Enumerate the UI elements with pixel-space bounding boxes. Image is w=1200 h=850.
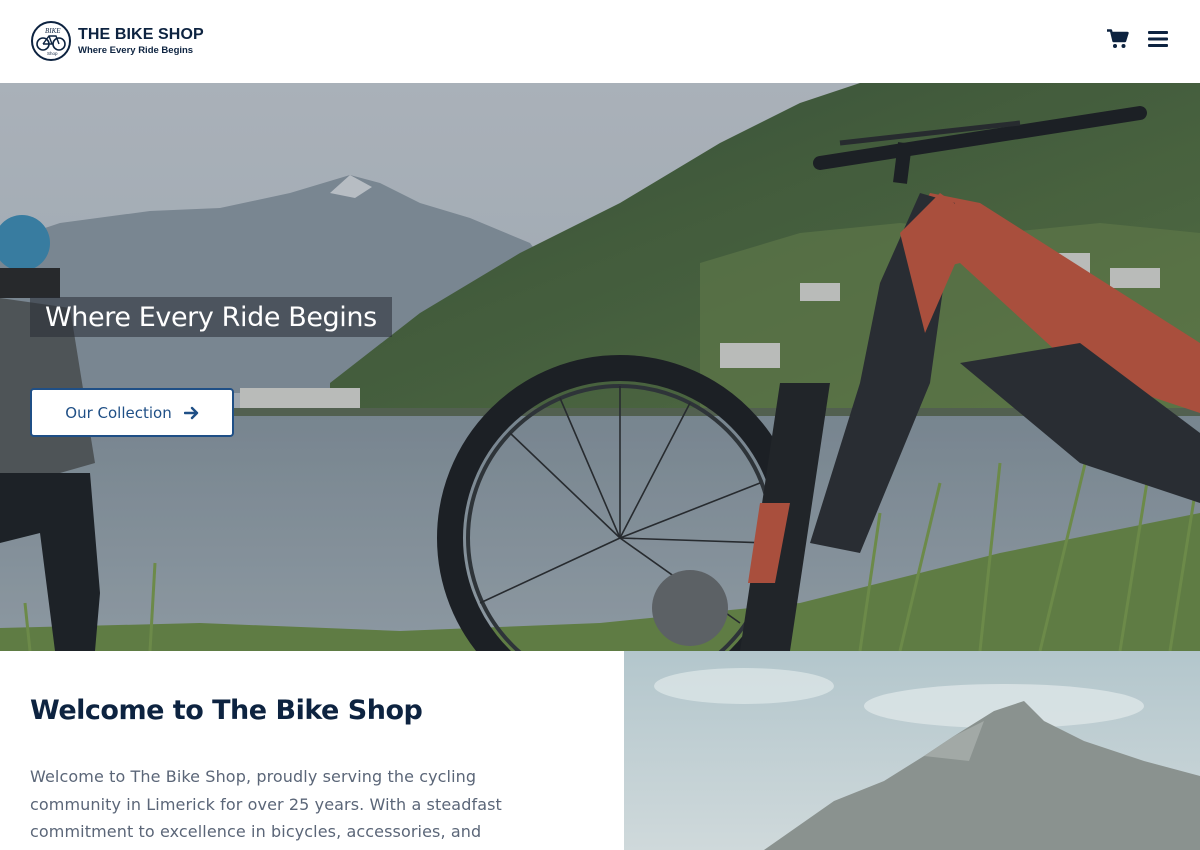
svg-text:BIKE: BIKE xyxy=(45,27,61,35)
cta-label: Our Collection xyxy=(65,403,172,422)
hamburger-menu-icon[interactable] xyxy=(1148,29,1168,49)
svg-text:Shop: Shop xyxy=(47,51,58,56)
bike-shop-logo-icon: BIKE Shop xyxy=(31,21,71,61)
welcome-title: Welcome to The Bike Shop xyxy=(30,695,423,726)
logo-tagline: Where Every Ride Begins xyxy=(78,44,194,56)
welcome-section: Welcome to The Bike Shop Welcome to The … xyxy=(0,651,624,850)
hero-overlay xyxy=(0,83,1200,651)
hero-title-box: Where Every Ride Begins xyxy=(30,297,392,337)
logo-title: THE BIKE SHOP xyxy=(78,25,204,43)
our-collection-button[interactable]: Our Collection xyxy=(30,388,234,437)
hero-banner: Where Every Ride Begins Our Collection xyxy=(0,83,1200,651)
arrow-right-icon xyxy=(183,406,198,419)
mountain-image xyxy=(624,651,1200,850)
shopping-cart-icon[interactable] xyxy=(1107,29,1129,49)
site-logo[interactable]: BIKE Shop THE BIKE SHOP Where Every Ride… xyxy=(30,20,204,62)
site-header: BIKE Shop THE BIKE SHOP Where Every Ride… xyxy=(0,0,1200,83)
hero-title: Where Every Ride Begins xyxy=(45,301,377,333)
logo-text: THE BIKE SHOP Where Every Ride Begins xyxy=(78,26,204,57)
welcome-body: Welcome to The Bike Shop, proudly servin… xyxy=(30,767,502,841)
